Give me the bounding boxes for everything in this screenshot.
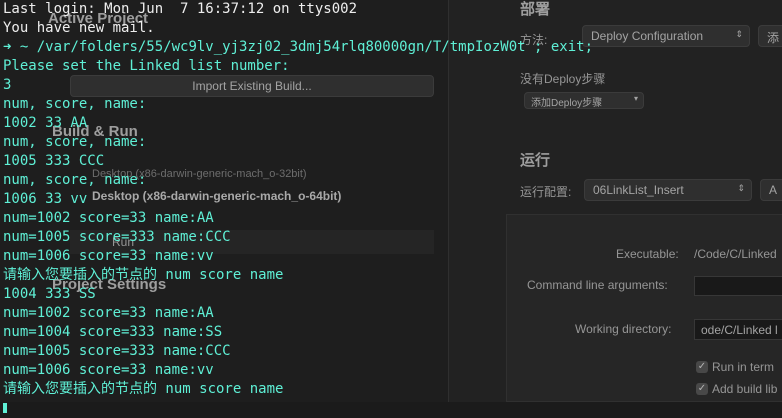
- terminal-cursor: [3, 403, 7, 413]
- terminal-output-line: 1006 33 vv: [3, 191, 88, 207]
- terminal-output-line: 3: [3, 77, 12, 93]
- terminal-output-line: 1002 33 AA: [3, 115, 88, 131]
- terminal-output-line: num=1005 score=333 name:CCC: [3, 343, 231, 359]
- terminal-output-line: num, score, name:: [3, 134, 147, 150]
- terminal-output-line: num=1004 score=333 name:SS: [3, 324, 223, 340]
- terminal-output-line: num=1002 score=33 name:AA: [3, 210, 214, 226]
- terminal-prompt-line: ➜ ~ /var/folders/55/wc9lv_yj3zj02_3dmj54…: [3, 38, 782, 57]
- terminal-output-line: num, score, name:: [3, 96, 147, 112]
- prompt-command: ~ /var/folders/55/wc9lv_yj3zj02_3dmj54rl…: [11, 39, 594, 55]
- terminal-output-line: Please set the Linked list number:: [3, 58, 290, 74]
- terminal-output-line: num=1002 score=33 name:AA: [3, 305, 214, 321]
- terminal-line-last-login: Last login: Mon Jun 7 16:37:12 on ttys00…: [3, 1, 358, 17]
- terminal-line-new-mail: You have new mail.: [3, 20, 155, 36]
- terminal-output-line: 请输入您要插入的节点的 num score name: [3, 267, 284, 283]
- terminal-output-line: num=1006 score=33 name:vv: [3, 248, 214, 264]
- terminal-output-line: 1005 333 CCC: [3, 153, 105, 169]
- terminal-output-line: num=1005 score=333 name:CCC: [3, 229, 231, 245]
- terminal-output-line: num=1006 score=33 name:vv: [3, 362, 214, 378]
- terminal-output-line: 请输入您要插入的节点的 num score name: [3, 381, 284, 397]
- terminal-output-line: num, score, name:: [3, 172, 147, 188]
- terminal-window[interactable]: Last login: Mon Jun 7 16:37:12 on ttys00…: [0, 0, 782, 413]
- terminal-output-line: 1004 333 SS: [3, 286, 96, 302]
